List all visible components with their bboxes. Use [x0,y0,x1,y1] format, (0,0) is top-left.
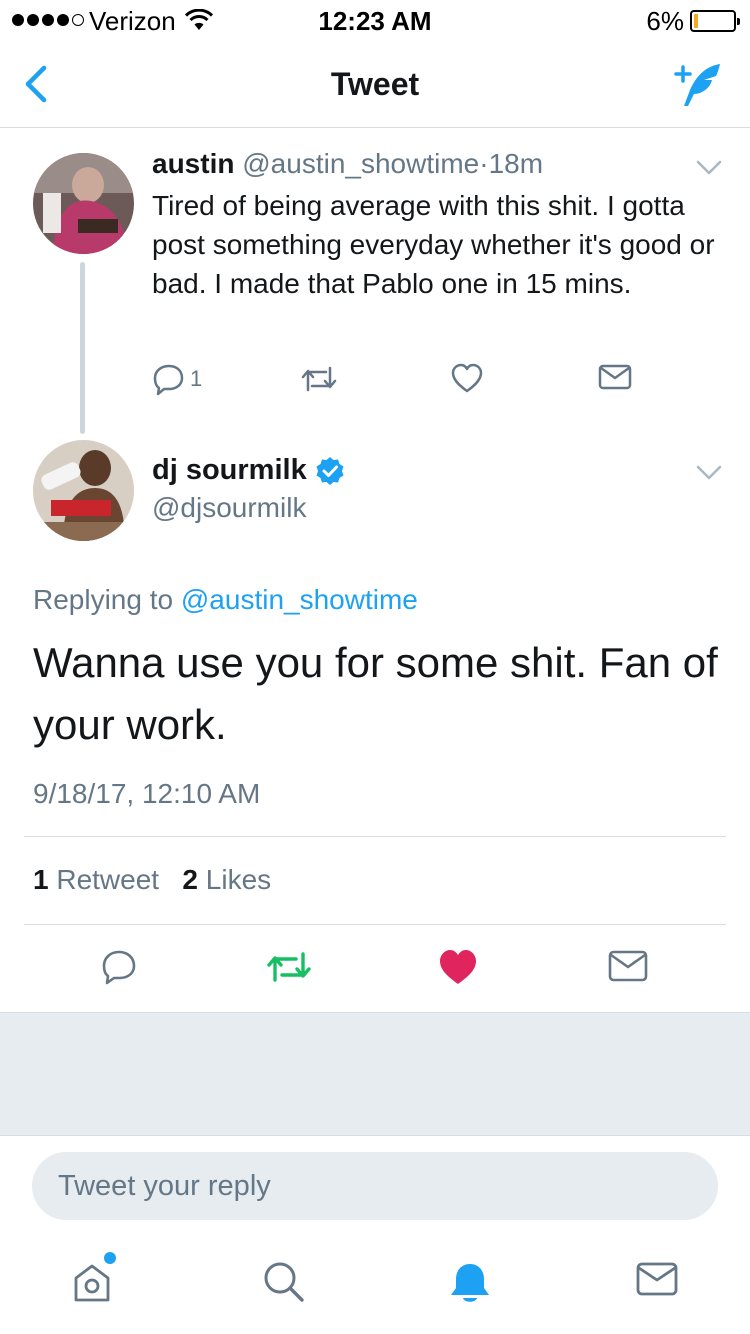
retweet-icon [301,366,337,392]
battery-percent: 6% [646,6,684,36]
engagement-stats: 1 Retweet 2 Likes [33,864,271,896]
retweets-stat[interactable]: 1 Retweet [33,864,159,895]
tweet-timestamp: 9/18/17, 12:10 AM [33,778,261,809]
reply-count: 1 [190,366,203,391]
search-tab-icon[interactable] [262,1260,306,1304]
replying-to-line: Replying to @austin_showtime [33,584,418,616]
retweet-button-active[interactable] [266,948,312,986]
retweet-button[interactable] [300,362,338,396]
tweet-age: 18m [488,148,544,179]
avatar-djsourmilk[interactable] [33,440,134,541]
main-author-name-row[interactable]: dj sourmilk [152,454,345,487]
reply-input[interactable]: Tweet your reply [32,1152,718,1220]
likes-stat[interactable]: 2 Likes [182,864,271,895]
parent-tweet-actions: 1 [152,362,652,398]
author-handle[interactable]: @djsourmilk [152,492,306,524]
direct-message-button[interactable] [608,948,648,984]
notifications-tab-icon[interactable] [448,1260,492,1306]
retweet-label: Retweet [56,864,160,895]
avatar-austin[interactable] [33,153,134,254]
page-title: Tweet [330,66,420,102]
parent-tweet-text: Tired of being average with this shit. I… [152,190,715,299]
author-name[interactable]: dj sourmilk [152,454,307,487]
home-new-content-dot [104,1252,116,1264]
status-time: 12:23 AM [318,6,432,36]
message-icon [598,364,632,390]
like-button-active[interactable] [438,948,478,986]
messages-tab-icon[interactable] [636,1260,678,1298]
verified-badge-icon [316,456,344,485]
reply-icon [153,364,184,396]
divider [24,924,726,925]
compose-tweet-button[interactable] [672,58,724,110]
divider [24,836,726,837]
parent-tweet-header: austin @austin_showtime·18m [152,148,543,180]
main-tweet-actions [0,944,750,994]
status-bar: Verizon 12:23 AM 6% [0,0,750,40]
replying-label: Replying to [33,584,174,615]
replying-to-mention[interactable]: @austin_showtime [181,584,418,615]
direct-message-button[interactable] [598,362,632,392]
nav-bar: Tweet [0,40,750,128]
thread-connector-line [80,262,85,434]
chevron-down-icon[interactable] [696,160,722,176]
chevron-down-icon[interactable] [696,465,722,481]
battery-icon [690,10,740,32]
retweet-count: 1 [33,864,49,895]
reply-button[interactable]: 1 [152,362,202,396]
like-button[interactable] [450,362,484,394]
author-handle[interactable]: @austin_showtime [242,148,479,179]
reply-button[interactable] [100,948,138,986]
empty-replies-area [0,1012,750,1136]
like-count: 2 [182,864,198,895]
like-label: Likes [205,864,272,895]
like-icon [451,363,483,393]
separator-dot: · [479,148,489,179]
author-name[interactable]: austin [152,148,234,179]
home-tab-icon[interactable] [72,1260,112,1304]
main-tweet-text: Wanna use you for some shit. Fan of your… [33,639,718,748]
